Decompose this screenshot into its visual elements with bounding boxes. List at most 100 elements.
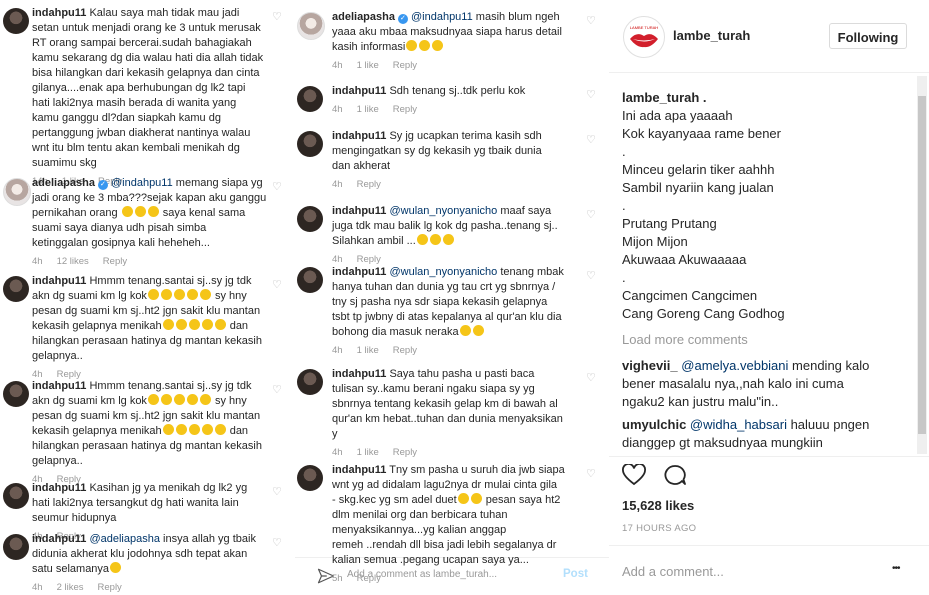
reply-button[interactable]: Reply [98,582,122,593]
account-avatar[interactable]: LAMBE TURAH [623,16,665,58]
sidebar-comment: umyulchic @widha_habsari haluuu pngen di… [622,417,870,450]
heart-icon[interactable]: ♡ [272,10,282,23]
heart-icon[interactable]: ♡ [586,88,596,101]
heart-icon[interactable]: ♡ [586,269,596,282]
mention-link[interactable]: @indahpu11 [411,11,473,23]
emoji-icon [432,40,444,51]
post-timestamp: 17 HOURS AGO [622,523,697,534]
comment-username[interactable]: indahpu11 [32,482,86,494]
comment-meta: 4h 1 like Reply [332,60,431,71]
emoji-icon [472,325,484,336]
avatar[interactable] [3,381,29,407]
comment-username[interactable]: adeliapasha [332,11,395,23]
comment-time: 5h [332,573,343,584]
scrollbar[interactable] [917,76,927,454]
comment-username[interactable]: indahpu11 [332,368,386,380]
mention-link[interactable]: @wulan_nyonyanicho [389,266,497,278]
heart-icon[interactable]: ♡ [586,14,596,27]
comment-likes[interactable]: 1 like [357,447,379,458]
comment-username[interactable]: indahpu11 [332,130,386,142]
comment-username[interactable]: indahpu11 [32,275,86,287]
avatar[interactable] [3,483,29,509]
comment-likes[interactable]: 1 like [357,345,379,356]
verified-icon: ✓ [397,14,408,24]
comment-text: indahpu11 @wulan_nyonyanicho tenang mbak… [332,266,564,338]
comment-icon[interactable] [663,464,687,486]
add-comment-input[interactable]: Add a comment... [622,564,724,579]
scrollbar-thumb[interactable] [918,96,926,434]
mention-link[interactable]: @widha_habsari [690,417,787,432]
emoji-icon [406,40,418,51]
account-username[interactable]: lambe_turah [673,28,750,43]
heart-icon[interactable]: ♡ [272,485,282,498]
emoji-icon [457,493,469,504]
comment-username[interactable]: indahpu11 [32,533,86,545]
caption-line: . [622,270,626,285]
avatar[interactable] [297,267,323,293]
avatar[interactable] [297,206,323,232]
caption-username[interactable]: lambe_turah . [622,90,707,105]
reply-button[interactable]: Reply [357,254,381,265]
avatar[interactable] [297,465,323,491]
mention-link[interactable]: @adeliapasha [89,533,160,545]
heart-icon[interactable] [622,464,646,486]
post-button[interactable]: Post [563,568,588,580]
comment-time: 4h [332,345,343,356]
reply-button[interactable]: Reply [393,345,417,356]
comment-likes[interactable]: 1 like [357,104,379,115]
reply-button[interactable]: Reply [393,60,417,71]
comment-likes[interactable]: 1 like [357,60,379,71]
reply-button[interactable]: Reply [357,573,381,584]
avatar[interactable] [3,534,29,560]
heart-icon[interactable]: ♡ [272,278,282,291]
comment-username[interactable]: indahpu11 [332,205,386,217]
comment-username[interactable]: indahpu11 [332,85,386,97]
more-icon[interactable]: ••• [892,563,900,574]
comment-likes[interactable]: 12 likes [57,256,89,267]
avatar[interactable] [297,369,323,395]
comment-username[interactable]: indahpu11 [332,464,386,476]
emoji-icon [470,493,482,504]
caption-line: . [622,144,626,159]
emoji-icon [173,289,185,300]
comment-likes[interactable]: 2 likes [57,582,84,593]
following-button[interactable]: Following [829,23,907,49]
emoji-icon [121,206,133,217]
emoji-icon [147,289,159,300]
avatar[interactable] [3,8,29,34]
heart-icon[interactable]: ♡ [272,383,282,396]
heart-icon[interactable]: ♡ [272,536,282,549]
heart-icon[interactable]: ♡ [586,133,596,146]
comment-username[interactable]: vighevii_ [622,358,678,373]
load-more-comments[interactable]: Load more comments [622,332,748,347]
avatar[interactable] [3,276,29,302]
like-count[interactable]: 15,628 likes [622,498,694,513]
comment-divider [609,545,929,546]
heart-icon[interactable]: ♡ [272,180,282,193]
heart-icon[interactable]: ♡ [586,467,596,480]
reply-button[interactable]: Reply [393,104,417,115]
comment-username[interactable]: indahpu11 [32,7,86,19]
comment-username[interactable]: indahpu11 [332,266,386,278]
mention-link[interactable]: @indahpu11 [111,177,173,189]
avatar[interactable] [3,178,31,206]
comment-column-middle: Add a comment as lambe_turah... Post ade… [295,0,609,595]
comment-username[interactable]: umyulchic [622,417,686,432]
comment-username[interactable]: adeliapasha [32,177,95,189]
comment-meta: 4h 2 likes Reply [32,582,136,593]
heart-icon[interactable]: ♡ [586,208,596,221]
mention-link[interactable]: @wulan_nyonyanicho [389,205,497,217]
reply-button[interactable]: Reply [103,256,127,267]
mention-link[interactable]: @amelya.vebbiani [681,358,788,373]
reply-button[interactable]: Reply [357,179,381,190]
comment-time: 4h [332,60,343,71]
heart-icon[interactable]: ♡ [586,371,596,384]
comment-username[interactable]: indahpu11 [32,380,86,392]
emoji-icon [199,289,211,300]
comment-time: 4h [332,254,343,265]
reply-button[interactable]: Reply [393,447,417,458]
avatar[interactable] [297,12,325,40]
emoji-icon [147,206,159,217]
avatar[interactable] [297,86,323,112]
avatar[interactable] [297,131,323,157]
